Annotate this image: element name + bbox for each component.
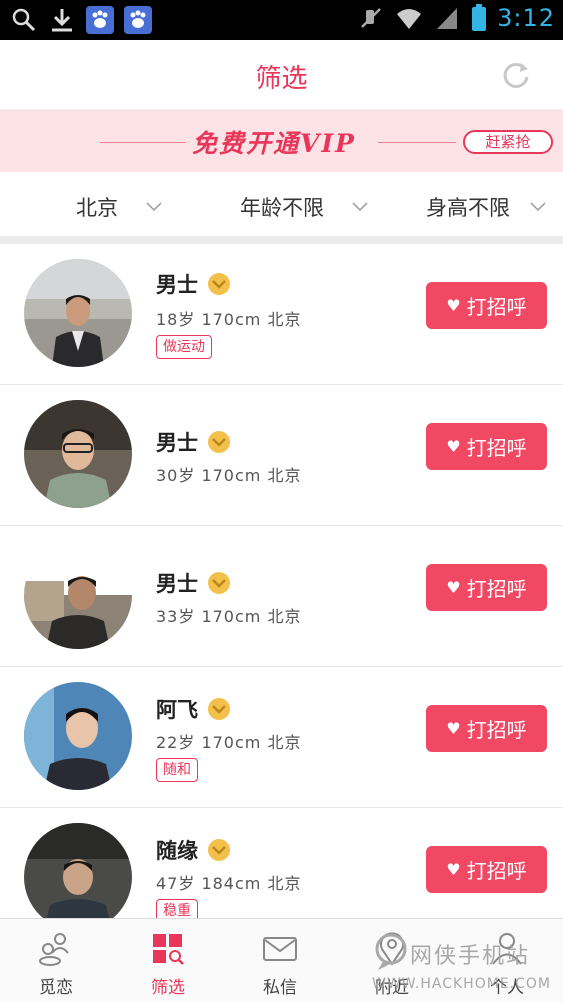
greet-button[interactable]: ♥ 打招呼 [426, 846, 547, 893]
greet-button-label: 打招呼 [466, 718, 527, 742]
vip-banner[interactable]: 免费开通VIP 赶紧抢 [0, 110, 563, 172]
status-time: 3:12 [497, 4, 555, 32]
wifi-icon [397, 9, 422, 29]
heart-icon: ♥ [446, 296, 461, 315]
heart-icon: ♥ [446, 578, 461, 597]
greet-button-label: 打招呼 [466, 577, 527, 601]
user-name-row: 男士 [156, 568, 230, 598]
chevron-down-icon [530, 202, 546, 212]
vip-banner-text: 免费开通VIP [192, 129, 356, 158]
watermark: 网侠手机站 WWW.HACKHOME.COM [372, 930, 563, 1000]
nav-item-filter[interactable]: 筛选 [112, 919, 224, 1002]
filter-bar: 北京 年龄不限 身高不限 [0, 172, 563, 236]
status-bar-notifications [10, 6, 152, 34]
nav-label: 觅恋 [39, 978, 73, 998]
filter-city[interactable]: 北京 [76, 192, 162, 222]
verified-badge-icon [208, 572, 230, 594]
baidu-icon [86, 6, 114, 34]
greet-button-label: 打招呼 [466, 295, 527, 319]
avatar[interactable] [24, 541, 132, 649]
status-bar-system: 3:12 [357, 4, 555, 32]
user-name: 男士 [156, 431, 198, 455]
list-item[interactable]: 阿飞 22岁 170cm 北京 随和 ♥ 打招呼 [0, 667, 563, 808]
mute-icon [361, 8, 381, 28]
verified-badge-icon [208, 431, 230, 453]
user-name-row: 随缘 [156, 835, 230, 865]
heart-icon: ♥ [446, 719, 461, 738]
user-info: 47岁 184cm 北京 [156, 874, 302, 893]
user-info: 33岁 170cm 北京 [156, 607, 302, 626]
nav-label: 私信 [263, 978, 297, 998]
filter-city-label: 北京 [76, 196, 118, 220]
watermark-text: 网侠手机站 [410, 944, 531, 969]
heart-icon: ♥ [446, 437, 461, 456]
user-name-row: 阿飞 [156, 694, 230, 724]
user-tag: 随和 [156, 758, 198, 782]
avatar[interactable] [24, 682, 132, 790]
user-name: 随缘 [156, 839, 198, 863]
mail-icon [263, 937, 297, 961]
user-list: 男士 18岁 170cm 北京 做运动 ♥ 打招呼 男士 30岁 170cm 北… [0, 244, 563, 931]
user-name: 男士 [156, 572, 198, 596]
chevron-down-icon [146, 202, 162, 212]
vip-grab-button[interactable]: 赶紧抢 [463, 130, 553, 154]
watermark-logo-icon [375, 933, 407, 970]
greet-button[interactable]: ♥ 打招呼 [426, 705, 547, 752]
filter-height-label: 身高不限 [426, 196, 510, 220]
refresh-icon[interactable] [501, 60, 531, 90]
filter-grid-icon [153, 934, 184, 965]
user-info: 18岁 170cm 北京 [156, 310, 302, 329]
user-info: 30岁 170cm 北京 [156, 466, 302, 485]
banner-divider-right [378, 142, 456, 143]
nav-item-discover[interactable]: 觅恋 [0, 919, 112, 1002]
baidu-icon [124, 6, 152, 34]
chevron-down-icon [352, 202, 368, 212]
signal-icon [437, 8, 458, 29]
avatar[interactable] [24, 259, 132, 367]
verified-badge-icon [208, 839, 230, 861]
filter-divider [0, 236, 563, 244]
greet-button[interactable]: ♥ 打招呼 [426, 282, 547, 329]
avatar[interactable] [24, 400, 132, 508]
verified-badge-icon [208, 698, 230, 720]
list-item[interactable]: 男士 30岁 170cm 北京 ♥ 打招呼 [0, 385, 563, 526]
heart-icon: ♥ [446, 860, 461, 879]
list-item[interactable]: 随缘 47岁 184cm 北京 稳重 ♥ 打招呼 [0, 808, 563, 931]
battery-icon [472, 4, 487, 31]
greet-button-label: 打招呼 [466, 436, 527, 460]
watermark-url: WWW.HACKHOME.COM [372, 976, 551, 992]
user-name-row: 男士 [156, 427, 230, 457]
user-name-row: 男士 [156, 269, 230, 299]
user-name: 男士 [156, 273, 198, 297]
filter-age[interactable]: 年龄不限 [240, 192, 368, 222]
filter-height[interactable]: 身高不限 [426, 192, 546, 222]
greet-button[interactable]: ♥ 打招呼 [426, 423, 547, 470]
greet-button[interactable]: ♥ 打招呼 [426, 564, 547, 611]
nav-label: 筛选 [151, 978, 185, 998]
list-item[interactable]: 男士 33岁 170cm 北京 ♥ 打招呼 [0, 526, 563, 667]
search-icon [12, 8, 36, 32]
filter-age-label: 年龄不限 [240, 196, 324, 220]
greet-button-label: 打招呼 [466, 859, 527, 883]
user-name: 阿飞 [156, 698, 198, 722]
user-tag: 做运动 [156, 335, 212, 359]
verified-badge-icon [208, 273, 230, 295]
nav-item-messages[interactable]: 私信 [224, 919, 336, 1002]
download-icon [52, 9, 72, 32]
list-item[interactable]: 男士 18岁 170cm 北京 做运动 ♥ 打招呼 [0, 244, 563, 385]
banner-divider-left [100, 142, 186, 143]
status-bar: 3:12 [0, 0, 563, 40]
people-icon [39, 933, 69, 966]
avatar[interactable] [24, 823, 132, 931]
page-title: 筛选 [255, 64, 308, 94]
user-info: 22岁 170cm 北京 [156, 733, 302, 752]
app-header: 筛选 [0, 40, 563, 110]
